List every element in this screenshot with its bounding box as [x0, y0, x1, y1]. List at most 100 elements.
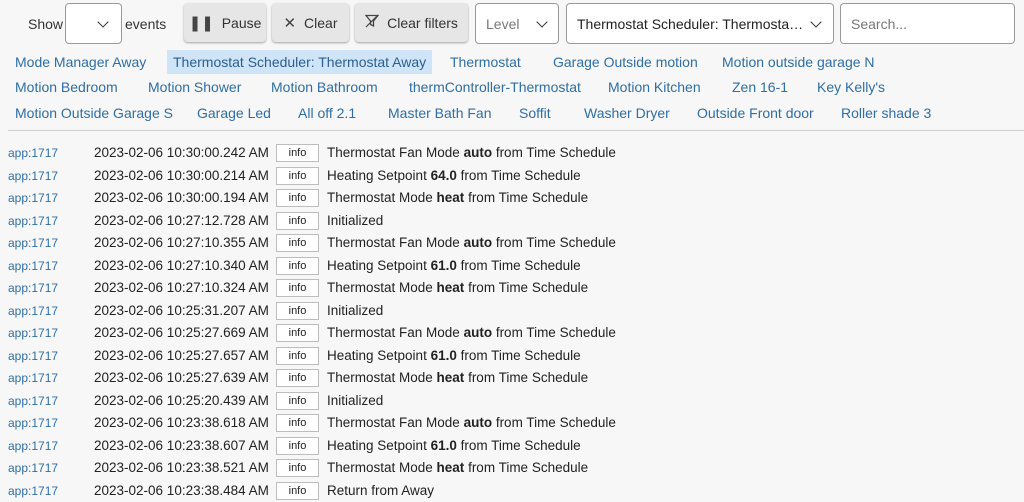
app-link[interactable]: app:1717	[8, 461, 58, 475]
level-badge: info	[276, 324, 319, 342]
app-link[interactable]: app:1717	[8, 484, 58, 498]
app-link[interactable]: app:1717	[8, 281, 58, 295]
log-message-value: 61.0	[430, 437, 457, 453]
log-timestamp: 2023-02-06 10:27:10.324 AM	[94, 280, 269, 295]
chevron-down-icon	[536, 16, 548, 28]
level-badge: info	[276, 481, 319, 500]
level-badge: info	[276, 279, 319, 297]
log-message-value: heat	[436, 280, 465, 295]
pause-button[interactable]: ❚❚ Pause	[184, 3, 266, 42]
app-link[interactable]: app:1717	[8, 349, 58, 363]
log-row: app:1717 2023-02-06 10:30:00.242 AM info Th…	[0, 142, 1024, 164]
chip-motion-kitchen[interactable]: Motion Kitchen	[602, 75, 707, 99]
log-message-text: Thermostat Fan Mode	[327, 145, 464, 160]
chip-washer-dryer[interactable]: Washer Dryer	[578, 101, 676, 125]
app-link[interactable]: app:1717	[8, 371, 58, 385]
log-timestamp: 2023-02-06 10:25:27.657 AM	[94, 347, 269, 363]
log-timestamp: 2023-02-06 10:25:20.439 AM	[94, 392, 269, 408]
chip-motion-shower[interactable]: Motion Shower	[142, 75, 247, 99]
chip-zen-16-1[interactable]: Zen 16-1	[726, 75, 794, 99]
log-message: Thermostat Fan Mode auto from Time Sched…	[327, 145, 616, 160]
chip-row: Motion Outside Garage S Garage Led All o…	[0, 101, 1024, 125]
chip-garage-led[interactable]: Garage Led	[191, 101, 277, 125]
log-timestamp: 2023-02-06 10:23:38.521 AM	[94, 460, 269, 475]
clear-button[interactable]: ✕ Clear	[272, 3, 349, 42]
log-row: app:1717 2023-02-06 10:30:00.214 AM info He…	[0, 165, 1024, 187]
chip-thermostat-scheduler[interactable]: Thermostat Scheduler: Thermostat Away	[167, 50, 433, 74]
level-select[interactable]: Level	[475, 3, 559, 44]
app-link[interactable]: app:1717	[8, 169, 58, 183]
log-message: Thermostat Mode heat from Time Schedule	[327, 460, 588, 475]
app-link[interactable]: app:1717	[8, 259, 58, 273]
log-message-text: Initialized	[327, 392, 384, 408]
log-message: Initialized	[327, 213, 383, 228]
app-link[interactable]: app:1717	[8, 304, 58, 318]
log-timestamp: 2023-02-06 10:25:31.207 AM	[94, 302, 269, 318]
log-message-value: heat	[436, 460, 465, 475]
log-message-suffix: from Time Schedule	[492, 145, 616, 160]
close-icon: ✕	[283, 14, 297, 32]
level-badge: info	[276, 211, 319, 230]
log-row: app:1717 2023-02-06 10:25:27.639 AM info Th…	[0, 367, 1024, 389]
level-badge: info	[276, 301, 319, 320]
chip-outside-front-door[interactable]: Outside Front door	[691, 101, 820, 125]
level-badge: info	[276, 256, 319, 275]
app-link[interactable]: app:1717	[8, 326, 58, 340]
chip-motion-bedroom[interactable]: Motion Bedroom	[9, 75, 124, 99]
chip-thermostat[interactable]: Thermostat	[444, 50, 527, 74]
log-message: Heating Setpoint 61.0 from Time Schedule	[327, 258, 581, 273]
app-link[interactable]: app:1717	[8, 416, 58, 430]
chip-thermcontroller-thermostat[interactable]: thermController-Thermostat	[403, 75, 587, 99]
chip-master-bath-fan[interactable]: Master Bath Fan	[382, 101, 498, 125]
log-message: Thermostat Mode heat from Time Schedule	[327, 280, 588, 295]
log-message-text: Heating Setpoint	[327, 167, 431, 183]
log-message-suffix: from Time Schedule	[464, 370, 589, 385]
log-message-value: heat	[436, 190, 465, 205]
app-link[interactable]: app:1717	[8, 146, 58, 160]
log-message: Heating Setpoint 61.0 from Time Schedule	[327, 348, 581, 363]
log-row: app:1717 2023-02-06 10:27:10.324 AM info Th…	[0, 277, 1024, 299]
log-row: app:1717 2023-02-06 10:25:20.439 AM info In…	[0, 390, 1024, 412]
log-row: app:1717 2023-02-06 10:23:38.484 AM info Re…	[0, 480, 1024, 502]
app-link[interactable]: app:1717	[8, 236, 58, 250]
log-message-suffix: from Time Schedule	[464, 190, 589, 205]
divider	[8, 130, 1024, 131]
log-message-suffix: from Time Schedule	[492, 325, 616, 340]
log-message-text: Thermostat Fan Mode	[327, 325, 464, 340]
chip-roller-shade-3[interactable]: Roller shade 3	[835, 101, 937, 125]
log-message-value: 64.0	[430, 167, 457, 183]
app-link[interactable]: app:1717	[8, 394, 58, 408]
chip-motion-outside-garage-s[interactable]: Motion Outside Garage S	[9, 101, 179, 125]
log-message-text: Thermostat Fan Mode	[327, 415, 464, 430]
search-input[interactable]	[840, 3, 1015, 44]
app-link[interactable]: app:1717	[8, 191, 58, 205]
clear-filters-button[interactable]: Clear filters	[355, 3, 468, 42]
show-label: Show	[28, 16, 64, 32]
chip-mode-manager-away[interactable]: Mode Manager Away	[9, 50, 152, 74]
chip-key-kellys[interactable]: Key Kelly's	[811, 75, 891, 99]
log-message-suffix: from Time Schedule	[456, 347, 581, 363]
app-link[interactable]: app:1717	[8, 214, 58, 228]
chip-garage-outside-motion[interactable]: Garage Outside motion	[547, 50, 704, 74]
log-message-suffix: from Time Schedule	[492, 415, 616, 430]
chip-motion-outside-garage-n[interactable]: Motion outside garage N	[716, 50, 881, 74]
chip-row: Mode Manager Away Thermostat Scheduler: …	[0, 50, 1024, 74]
log-row: app:1717 2023-02-06 10:25:27.669 AM info Th…	[0, 322, 1024, 344]
toolbar: Show events ❚❚ Pause ✕ Clear Clear filte…	[0, 0, 1024, 48]
log-row: app:1717 2023-02-06 10:27:12.728 AM info In…	[0, 210, 1024, 232]
log-message-suffix: from Time Schedule	[456, 167, 581, 183]
event-count-select[interactable]	[65, 3, 122, 44]
chip-soffit[interactable]: Soffit	[513, 101, 557, 125]
log-message: Thermostat Mode heat from Time Schedule	[327, 370, 588, 385]
chip-motion-bathroom[interactable]: Motion Bathroom	[265, 75, 384, 99]
log-timestamp: 2023-02-06 10:23:38.484 AM	[94, 482, 269, 498]
app-link[interactable]: app:1717	[8, 439, 58, 453]
log-timestamp: 2023-02-06 10:25:27.669 AM	[94, 325, 269, 340]
log-message-suffix: from Time Schedule	[456, 437, 581, 453]
device-filter-select[interactable]: Thermostat Scheduler: Thermosta…	[566, 3, 834, 44]
log-message-text: Heating Setpoint	[327, 257, 431, 273]
log-message: Thermostat Fan Mode auto from Time Sched…	[327, 325, 616, 340]
log-message-suffix: from Time Schedule	[464, 460, 589, 475]
chip-all-off-2-1[interactable]: All off 2.1	[292, 101, 362, 125]
log-row: app:1717 2023-02-06 10:27:10.340 AM info He…	[0, 255, 1024, 277]
